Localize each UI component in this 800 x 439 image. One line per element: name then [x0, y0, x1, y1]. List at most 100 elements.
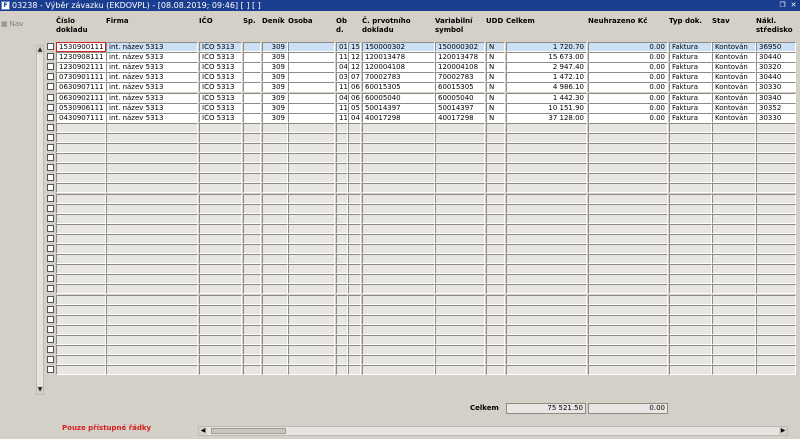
cell-denik[interactable]: [262, 264, 288, 274]
cell-denik[interactable]: 309: [262, 82, 288, 92]
cell-cislo[interactable]: [56, 194, 106, 204]
cell-firma[interactable]: [106, 123, 198, 133]
cell-ob2[interactable]: [348, 123, 361, 133]
cell-neuhr[interactable]: 0.00: [588, 62, 668, 72]
cell-cislo[interactable]: 1530900111: [56, 42, 106, 52]
cell-nakl[interactable]: [756, 305, 796, 315]
cell-prvotni[interactable]: [362, 153, 435, 163]
cell-udd[interactable]: [486, 355, 505, 365]
cell-denik[interactable]: [262, 325, 288, 335]
cell-denik[interactable]: 309: [262, 113, 288, 123]
cell-denik[interactable]: 309: [262, 103, 288, 113]
row-checkbox[interactable]: [47, 245, 54, 252]
cell-ob1[interactable]: 01: [336, 42, 348, 52]
cell-typ[interactable]: [669, 143, 712, 153]
cell-ico[interactable]: [199, 133, 242, 143]
cell-vs[interactable]: 70002783: [435, 72, 485, 82]
cell-udd[interactable]: [486, 284, 505, 294]
cell-denik[interactable]: [262, 173, 288, 183]
cell-osoba[interactable]: [288, 355, 335, 365]
cell-typ[interactable]: [669, 153, 712, 163]
cell-ico[interactable]: [199, 224, 242, 234]
cell-typ[interactable]: [669, 284, 712, 294]
cell-vs[interactable]: [435, 335, 485, 345]
cell-celkem[interactable]: [506, 234, 587, 244]
cell-firma[interactable]: [106, 153, 198, 163]
cell-cislo[interactable]: [56, 234, 106, 244]
cell-celkem[interactable]: [506, 153, 587, 163]
cell-vs[interactable]: [435, 284, 485, 294]
cell-ico[interactable]: [199, 345, 242, 355]
cell-prvotni[interactable]: [362, 133, 435, 143]
cell-ob1[interactable]: [336, 305, 348, 315]
cell-udd[interactable]: [486, 254, 505, 264]
cell-typ[interactable]: Faktura: [669, 103, 712, 113]
cell-nakl[interactable]: [756, 224, 796, 234]
cell-udd[interactable]: N: [486, 52, 505, 62]
cell-vs[interactable]: [435, 325, 485, 335]
cell-prvotni[interactable]: [362, 254, 435, 264]
cell-firma[interactable]: [106, 315, 198, 325]
cell-osoba[interactable]: [288, 315, 335, 325]
cell-cislo[interactable]: [56, 305, 106, 315]
cell-ico[interactable]: [199, 254, 242, 264]
cell-denik[interactable]: [262, 133, 288, 143]
cell-nakl[interactable]: [756, 173, 796, 183]
cell-vs[interactable]: [435, 224, 485, 234]
cell-stav[interactable]: [712, 305, 756, 315]
cell-ob2[interactable]: [348, 345, 361, 355]
cell-ob2[interactable]: [348, 234, 361, 244]
cell-stav[interactable]: [712, 234, 756, 244]
cell-ob2[interactable]: 12: [348, 52, 361, 62]
scroll-down-icon[interactable]: ▼: [37, 386, 43, 394]
cell-firma[interactable]: int. název 5313: [106, 93, 198, 103]
cell-osoba[interactable]: [288, 143, 335, 153]
cell-ico[interactable]: [199, 295, 242, 305]
cell-prvotni[interactable]: [362, 214, 435, 224]
cell-stav[interactable]: [712, 123, 756, 133]
cell-denik[interactable]: [262, 295, 288, 305]
cell-prvotni[interactable]: 150000302: [362, 42, 435, 52]
cell-typ[interactable]: Faktura: [669, 93, 712, 103]
row-checkbox[interactable]: [47, 275, 54, 282]
cell-stav[interactable]: [712, 204, 756, 214]
row-checkbox[interactable]: [47, 43, 54, 50]
cell-osoba[interactable]: [288, 305, 335, 315]
cell-osoba[interactable]: [288, 194, 335, 204]
cell-ob2[interactable]: [348, 183, 361, 193]
scroll-left-icon[interactable]: ◀: [199, 427, 207, 435]
cell-osoba[interactable]: [288, 163, 335, 173]
cell-udd[interactable]: [486, 173, 505, 183]
cell-neuhr[interactable]: [588, 143, 668, 153]
cell-celkem[interactable]: [506, 355, 587, 365]
cell-ob2[interactable]: 12: [348, 62, 361, 72]
cell-neuhr[interactable]: [588, 355, 668, 365]
cell-prvotni[interactable]: 50014397: [362, 103, 435, 113]
empty-row[interactable]: [34, 365, 800, 375]
cell-sp[interactable]: [243, 82, 261, 92]
cell-ob2[interactable]: [348, 153, 361, 163]
cell-sp[interactable]: [243, 355, 261, 365]
cell-udd[interactable]: [486, 295, 505, 305]
cell-celkem[interactable]: 2 947.40: [506, 62, 587, 72]
cell-cislo[interactable]: [56, 254, 106, 264]
cell-udd[interactable]: N: [486, 103, 505, 113]
row-checkbox[interactable]: [47, 346, 54, 353]
cell-ob2[interactable]: [348, 173, 361, 183]
cell-stav[interactable]: [712, 365, 756, 375]
cell-sp[interactable]: [243, 244, 261, 254]
cell-ico[interactable]: [199, 194, 242, 204]
cell-firma[interactable]: int. název 5313: [106, 72, 198, 82]
cell-prvotni[interactable]: [362, 274, 435, 284]
cell-cislo[interactable]: [56, 365, 106, 375]
cell-stav[interactable]: [712, 335, 756, 345]
cell-neuhr[interactable]: 0.00: [588, 113, 668, 123]
cell-stav[interactable]: Kontován: [712, 42, 756, 52]
cell-celkem[interactable]: 37 128.00: [506, 113, 587, 123]
cell-udd[interactable]: [486, 133, 505, 143]
cell-udd[interactable]: [486, 345, 505, 355]
row-checkbox[interactable]: [47, 184, 54, 191]
cell-prvotni[interactable]: [362, 224, 435, 234]
cell-typ[interactable]: [669, 264, 712, 274]
empty-row[interactable]: [34, 123, 800, 133]
